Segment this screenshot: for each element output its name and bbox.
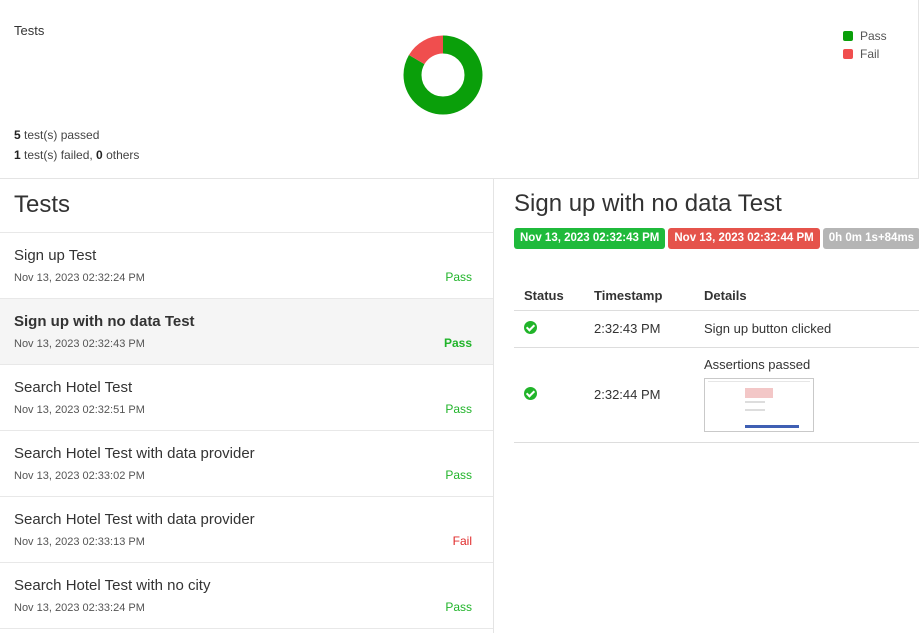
test-time-badges: Nov 13, 2023 02:32:43 PM Nov 13, 2023 02…: [514, 228, 919, 249]
log-table-header: Status Timestamp Details: [514, 281, 919, 311]
test-name: Search Hotel Test with data provider: [14, 511, 255, 528]
dashboard-summary: Tests Pass Fail 5 test(s) passed 1 test(…: [0, 0, 919, 179]
passed-stat: 5 test(s) passed: [14, 128, 99, 142]
test-timestamp: Nov 13, 2023 02:33:02 PM: [14, 470, 145, 482]
test-status-badge: Pass: [443, 336, 472, 350]
fail-swatch: [843, 49, 853, 59]
others-text: others: [102, 148, 140, 162]
legend-label-pass: Pass: [860, 29, 887, 43]
legend-item-fail[interactable]: Fail: [843, 45, 887, 63]
test-item-selected[interactable]: Sign up with no data Test Nov 13, 2023 0…: [0, 299, 493, 365]
test-item[interactable]: Search Hotel Test Nov 13, 2023 02:32:51 …: [0, 365, 493, 431]
test-item[interactable]: Search Hotel Test with data provider Nov…: [0, 497, 493, 563]
column-header-timestamp: Timestamp: [584, 281, 694, 311]
log-status-cell: [514, 310, 584, 348]
failed-text: test(s) failed,: [20, 148, 97, 162]
pass-fail-donut-chart: [403, 35, 483, 115]
log-row: 2:32:43 PM Sign up button clicked: [514, 310, 919, 348]
chart-legend: Pass Fail: [843, 27, 887, 63]
test-item[interactable]: Sign up Test Nov 13, 2023 02:32:24 PM Pa…: [0, 233, 493, 299]
test-status-badge: Fail: [452, 534, 472, 548]
test-name: Sign up with no data Test: [14, 313, 195, 330]
screenshot-thumbnail[interactable]: [704, 378, 814, 432]
test-list: Sign up Test Nov 13, 2023 02:32:24 PM Pa…: [0, 232, 493, 629]
log-details-cell: Assertions passed: [694, 347, 919, 443]
test-status-badge: Pass: [445, 402, 472, 416]
pass-check-icon: [524, 320, 537, 334]
test-timestamp: Nov 13, 2023 02:32:43 PM: [14, 338, 145, 350]
test-detail-title: Sign up with no data Test: [514, 190, 782, 217]
test-item[interactable]: Search Hotel Test with no city Nov 13, 2…: [0, 563, 493, 629]
start-time-badge: Nov 13, 2023 02:32:43 PM: [514, 228, 666, 249]
test-name: Search Hotel Test: [14, 379, 133, 396]
log-row: 2:32:44 PM Assertions passed: [514, 347, 919, 443]
pass-swatch: [843, 31, 853, 41]
summary-title: Tests: [14, 23, 45, 38]
log-status-cell: [514, 347, 584, 443]
log-details: Assertions passed: [704, 357, 811, 372]
log-details: Sign up button clicked: [694, 310, 919, 348]
failed-stat: 1 test(s) failed, 0 others: [14, 148, 139, 162]
legend-item-pass[interactable]: Pass: [843, 27, 887, 45]
others-count: 0: [96, 148, 103, 162]
duration-badge: 0h 0m 1s+84ms: [822, 228, 919, 249]
test-status-badge: Pass: [445, 600, 472, 614]
column-header-details: Details: [694, 281, 919, 311]
test-log-table: Status Timestamp Details 2:32:43 PM Sign…: [514, 281, 919, 443]
column-header-status: Status: [514, 281, 584, 311]
legend-label-fail: Fail: [860, 47, 880, 61]
end-time-badge: Nov 13, 2023 02:32:44 PM: [668, 228, 820, 249]
passed-text: test(s) passed: [20, 128, 100, 142]
test-status-badge: Pass: [445, 270, 472, 284]
test-timestamp: Nov 13, 2023 02:33:24 PM: [14, 602, 145, 614]
test-timestamp: Nov 13, 2023 02:32:24 PM: [14, 272, 145, 284]
test-name: Search Hotel Test with no city: [14, 577, 211, 594]
test-list-panel: Tests Sign up Test Nov 13, 2023 02:32:24…: [0, 179, 494, 633]
test-item[interactable]: Search Hotel Test with data provider Nov…: [0, 431, 493, 497]
passed-count: 5: [14, 128, 21, 142]
test-status-badge: Pass: [445, 468, 472, 482]
failed-count: 1: [14, 148, 21, 162]
pass-check-icon: [524, 386, 537, 400]
test-timestamp: Nov 13, 2023 02:33:13 PM: [14, 536, 145, 548]
log-timestamp: 2:32:43 PM: [584, 310, 694, 348]
test-name: Sign up Test: [14, 247, 97, 264]
test-timestamp: Nov 13, 2023 02:32:51 PM: [14, 404, 145, 416]
log-timestamp: 2:32:44 PM: [584, 347, 694, 443]
test-list-title: Tests: [14, 191, 71, 218]
test-name: Search Hotel Test with data provider: [14, 445, 255, 462]
